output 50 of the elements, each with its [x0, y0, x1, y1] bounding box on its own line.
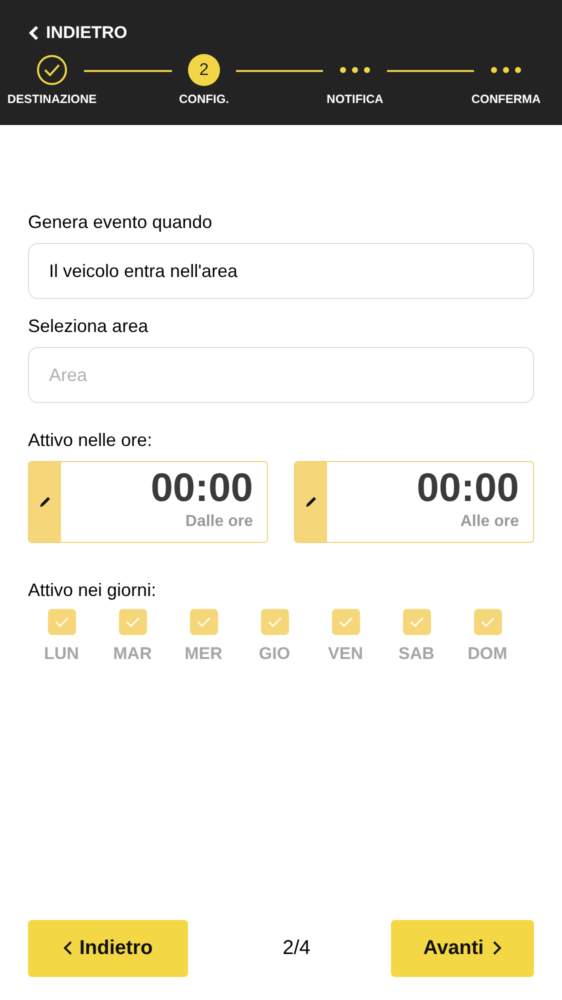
dots-icon [491, 66, 521, 72]
day-label: DOM [468, 643, 508, 665]
day-checkbox[interactable] [474, 609, 502, 635]
day-checkbox[interactable] [260, 609, 288, 635]
step-label: NOTIFICA [326, 90, 384, 108]
check-icon [338, 616, 354, 628]
dots-icon [340, 66, 370, 72]
day-label: MER [184, 643, 222, 665]
check-icon [480, 616, 496, 628]
check-icon [54, 616, 70, 628]
day-checkbox[interactable] [118, 609, 146, 635]
chevron-left-icon [63, 940, 74, 956]
field-label: Genera evento quando [28, 211, 214, 233]
time-value: 00:00 [416, 465, 519, 512]
step-number: 2 [188, 54, 220, 86]
time-caption: Alle ore [460, 512, 519, 532]
chevron-left-icon [28, 24, 40, 41]
next-button[interactable]: Avanti [391, 920, 534, 976]
back-link[interactable]: INDIETRO [28, 20, 128, 46]
day-label: LUN [44, 643, 79, 665]
day-label: GIO [258, 643, 290, 665]
day-checkbox[interactable] [48, 609, 76, 635]
chevron-right-icon [492, 940, 502, 956]
time-picker[interactable]: 00:00 Alle ore [294, 461, 534, 543]
day-checkbox[interactable] [332, 609, 360, 635]
pencil-icon [38, 495, 52, 509]
step-label: CONFIG. [179, 90, 229, 108]
field-label: Attivo nei giorni: [28, 579, 158, 601]
event-select[interactable]: Il veicolo entra nell'area [28, 243, 534, 299]
check-icon [196, 616, 212, 628]
check-icon [408, 616, 424, 628]
field-label: Attivo nelle ore: [28, 429, 154, 451]
day-checkbox[interactable] [402, 609, 430, 635]
step-label: DESTINAZIONE [7, 90, 97, 108]
pencil-icon [304, 495, 318, 509]
day-label: VEN [328, 643, 363, 665]
back-button[interactable]: Indietro [28, 920, 188, 976]
field-label: Seleziona area [28, 315, 150, 337]
check-circle-icon [36, 54, 68, 86]
step-label: CONFERMA [471, 90, 541, 108]
day-checkbox[interactable] [190, 609, 218, 635]
time-value: 00:00 [150, 465, 253, 512]
time-picker[interactable]: 00:00 Dalle ore [28, 461, 268, 543]
day-label: SAB [398, 643, 434, 665]
page-indicator: 2/4 [282, 936, 310, 961]
check-icon [124, 616, 140, 628]
day-label: MAR [113, 643, 152, 665]
time-caption: Dalle ore [185, 512, 253, 532]
check-icon [266, 616, 282, 628]
area-field[interactable]: Area [28, 347, 534, 403]
